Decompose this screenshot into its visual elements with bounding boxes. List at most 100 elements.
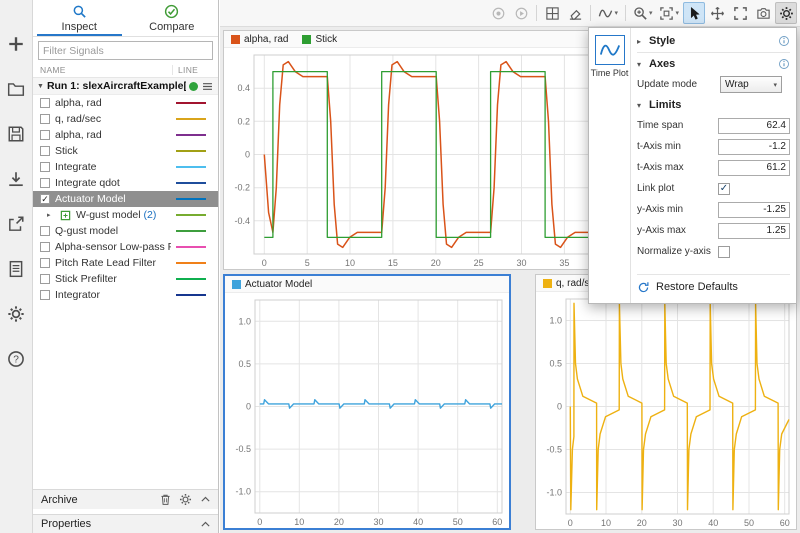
column-name: NAME [40, 65, 66, 75]
signal-checkbox[interactable] [40, 98, 50, 108]
signal-row[interactable]: Integrator [33, 287, 218, 303]
signal-line-sample [176, 134, 206, 136]
signal-row[interactable]: Integrate qdot [33, 175, 218, 191]
field-input[interactable] [718, 117, 790, 134]
signal-name: Pitch Rate Lead Filter [55, 257, 156, 269]
signal-line-sample [176, 294, 206, 296]
import-button[interactable] [6, 169, 26, 189]
signal-row[interactable]: q, rad/sec [33, 111, 218, 127]
archive-bar[interactable]: Archive [33, 489, 218, 509]
plot-legend: Actuator Model [225, 276, 509, 293]
preferences-button[interactable] [6, 304, 26, 324]
record-button[interactable] [487, 2, 509, 24]
field-input[interactable] [718, 201, 790, 218]
signal-checkbox[interactable]: ✓ [40, 194, 50, 204]
signal-checkbox[interactable] [40, 274, 50, 284]
tab-compare[interactable]: Compare [126, 0, 219, 36]
signal-row[interactable]: Pitch Rate Lead Filter [33, 255, 218, 271]
sidebar-tabs: Inspect Compare [33, 0, 218, 37]
info-icon[interactable] [778, 35, 790, 47]
signal-row[interactable]: Integrate [33, 159, 218, 175]
signal-row[interactable]: Stick [33, 143, 218, 159]
fit-to-view-button[interactable]: ▾ [656, 2, 682, 24]
svg-text:10: 10 [294, 517, 304, 527]
limits-section-header[interactable]: ▾ Limits [637, 95, 790, 115]
signal-row[interactable]: Alpha-sensor Low-pass Filter [33, 239, 218, 255]
field-input[interactable] [718, 222, 790, 239]
snapshot-button[interactable] [752, 2, 774, 24]
sidebar: Inspect Compare NAME LINE ▼ Run 1: slexA… [33, 0, 219, 533]
axes-section-header[interactable]: ▾ Axes [637, 54, 790, 74]
clear-plots-button[interactable] [564, 2, 586, 24]
signal-checkbox[interactable] [40, 290, 50, 300]
signal-row[interactable]: alpha, rad [33, 95, 218, 111]
signal-checkbox[interactable] [40, 226, 50, 236]
tab-inspect[interactable]: Inspect [33, 0, 126, 36]
fullscreen-button[interactable] [729, 2, 751, 24]
export-button[interactable] [6, 214, 26, 234]
signal-row[interactable]: ✓ Actuator Model [33, 191, 218, 207]
field-checkbox[interactable] [718, 245, 730, 258]
svg-text:40: 40 [413, 517, 423, 527]
plot-canvas[interactable]: 0 10 20 30 40 50 60 1.0 0.5 0 -0.5 -1.0 [225, 293, 509, 528]
plot-canvas[interactable]: 0 10 20 30 40 50 60 1.0 0.5 0 -0.5 -1.0 [536, 292, 796, 529]
svg-text:-0.5: -0.5 [235, 444, 251, 454]
run-menu-icon[interactable] [201, 80, 214, 93]
time-plot-visualization-card[interactable] [594, 35, 625, 65]
help-button[interactable]: ? [6, 349, 26, 369]
chevron-up-icon[interactable] [199, 493, 212, 506]
field-label: t-Axis min [637, 141, 681, 152]
pan-button[interactable] [706, 2, 728, 24]
chevron-down-icon[interactable]: ▼ [37, 83, 44, 90]
signal-row[interactable]: alpha, rad [33, 127, 218, 143]
style-section-header[interactable]: ▸ Style [637, 31, 790, 51]
field-input[interactable] [718, 159, 790, 176]
pointer-button[interactable] [683, 2, 705, 24]
update-mode-select[interactable]: Wrap ▾ [720, 76, 782, 93]
signal-checkbox[interactable] [40, 114, 50, 124]
signal-checkbox[interactable] [40, 242, 50, 252]
signal-checkbox[interactable] [40, 130, 50, 140]
time-plot-q[interactable]: q, rad/sec 0 10 20 30 40 50 60 1.0 0.5 0 -0.5 -1.0 [535, 274, 797, 530]
chevron-up-icon[interactable] [199, 518, 212, 531]
signal-row[interactable]: Stick Prefilter [33, 271, 218, 287]
signal-display-button[interactable]: ▾ [595, 2, 621, 24]
visualization-settings-button[interactable] [775, 2, 797, 24]
properties-bar[interactable]: Properties [33, 514, 218, 533]
signal-name: Integrate [55, 161, 97, 173]
layout-button[interactable] [541, 2, 563, 24]
open-button[interactable] [6, 79, 26, 99]
report-button[interactable] [6, 259, 26, 279]
chevron-down-icon: ▾ [637, 59, 642, 69]
signal-checkbox[interactable] [40, 162, 50, 172]
save-button[interactable] [6, 124, 26, 144]
filter-signals-input[interactable] [38, 41, 213, 60]
signal-checkbox[interactable] [40, 178, 50, 188]
legend-label: Actuator Model [245, 278, 313, 290]
info-icon[interactable] [778, 58, 790, 70]
trash-icon[interactable] [159, 493, 172, 506]
signal-count-link[interactable]: (2) [141, 209, 157, 221]
expand-icon[interactable]: ▸ [47, 211, 55, 219]
restore-defaults-button[interactable]: Restore Defaults [637, 276, 790, 298]
playback-button[interactable] [510, 2, 532, 24]
axes-section-label: Axes [649, 58, 676, 70]
svg-text:10: 10 [345, 258, 355, 268]
signal-checkbox[interactable] [40, 146, 50, 156]
subsystem-icon [60, 210, 71, 221]
svg-text:1.0: 1.0 [549, 316, 562, 326]
svg-text:35: 35 [559, 258, 569, 268]
signal-checkbox[interactable] [40, 258, 50, 268]
field-input[interactable] [718, 138, 790, 155]
signal-name: q, rad/sec [55, 113, 102, 125]
signal-list: alpha, rad q, rad/sec alpha, rad Stick Integ… [33, 95, 218, 489]
signal-row[interactable]: Q-gust model [33, 223, 218, 239]
archive-settings-gear-icon[interactable] [179, 493, 192, 506]
field-checkbox[interactable]: ✓ [718, 182, 730, 195]
time-plot-actuator-model-selected[interactable]: Actuator Model 0 10 20 30 40 50 60 1.0 0.5 0 -0.5 -1… [223, 274, 511, 530]
svg-text:0.4: 0.4 [237, 83, 250, 93]
new-button[interactable] [6, 34, 26, 54]
run-header[interactable]: ▼ Run 1: slexAircraftExample[Current] [33, 78, 218, 95]
signal-row[interactable]: ▸ W-gust model (2) [33, 207, 218, 223]
zoom-button[interactable]: ▾ [630, 2, 656, 24]
